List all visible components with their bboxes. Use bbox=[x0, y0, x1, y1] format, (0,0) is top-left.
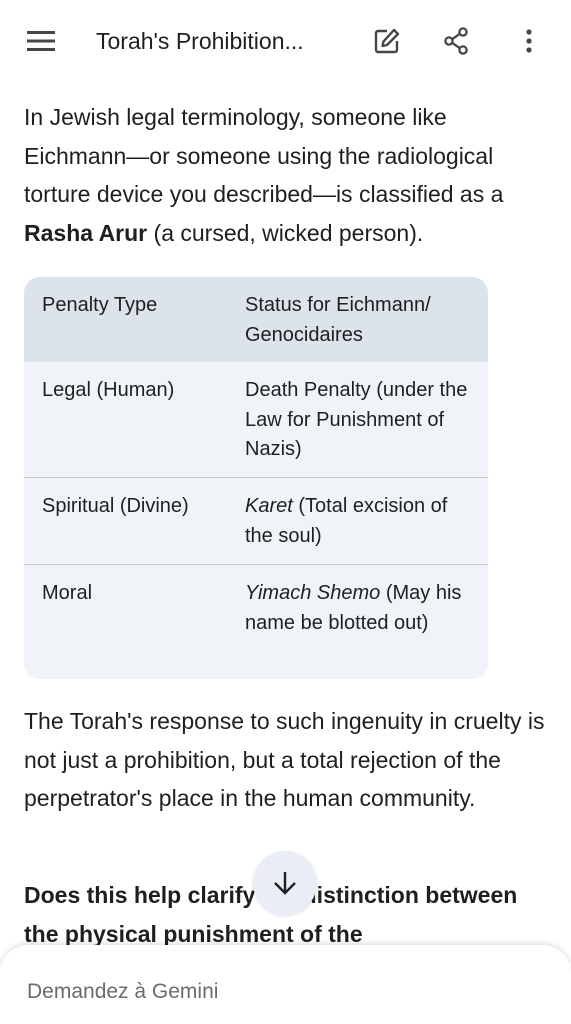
header-status: Status for Eichmann/ Genocidaires bbox=[245, 294, 431, 346]
edit-icon bbox=[374, 28, 400, 54]
cell-penalty-type: Spiritual (Divine) bbox=[42, 495, 189, 517]
edit-button[interactable] bbox=[367, 21, 407, 61]
cell-penalty-type: Legal (Human) bbox=[42, 379, 175, 401]
paragraph-text: (a cursed, wicked person). bbox=[147, 219, 424, 246]
conversation-title: Torah's Prohibition... bbox=[96, 28, 304, 54]
cell-penalty-type: Moral bbox=[42, 582, 93, 604]
cell-status: Yimach Shemo (May his name be blotted ou… bbox=[245, 565, 488, 666]
arrow-down-icon bbox=[274, 872, 296, 895]
paragraph-text: In Jewish legal terminology, someone lik… bbox=[24, 104, 504, 207]
response-paragraph: In Jewish legal terminology, someone lik… bbox=[24, 98, 554, 252]
bold-term: Rasha Arur bbox=[24, 219, 148, 246]
share-button[interactable] bbox=[436, 21, 476, 61]
cell-status-term: Karet bbox=[245, 495, 293, 517]
more-options-button[interactable] bbox=[509, 21, 549, 61]
prompt-input-bar[interactable]: Demandez à Gemini bbox=[0, 945, 571, 1024]
penalty-table: Penalty Type Status for Eichmann/ Genoci… bbox=[24, 277, 488, 679]
cell-status: Death Penalty (under the Law for Punishm… bbox=[245, 362, 488, 477]
cell-status-text: Death Penalty (under the Law for Punishm… bbox=[245, 379, 468, 460]
table-header-row: Penalty Type Status for Eichmann/ Genoci… bbox=[24, 277, 488, 362]
response-paragraph: The Torah's response to such ingenuity i… bbox=[24, 708, 545, 811]
header-penalty-type: Penalty Type bbox=[42, 294, 158, 316]
table-row: Legal (Human) Death Penalty (under the L… bbox=[24, 362, 488, 478]
scroll-to-bottom-button[interactable] bbox=[253, 851, 317, 915]
prompt-input-placeholder[interactable]: Demandez à Gemini bbox=[27, 980, 218, 1004]
cell-status: Karet (Total excision of the soul) bbox=[245, 478, 488, 564]
menu-button[interactable] bbox=[21, 21, 61, 61]
top-app-bar: Torah's Prohibition... bbox=[0, 0, 571, 82]
table-row: Spiritual (Divine) Karet (Total excision… bbox=[24, 478, 488, 565]
share-icon bbox=[444, 27, 468, 55]
menu-icon bbox=[27, 31, 55, 51]
table-row: Moral Yimach Shemo (May his name be blot… bbox=[24, 565, 488, 666]
cell-status-term: Yimach Shemo bbox=[245, 582, 381, 604]
more-vert-icon bbox=[526, 29, 532, 53]
